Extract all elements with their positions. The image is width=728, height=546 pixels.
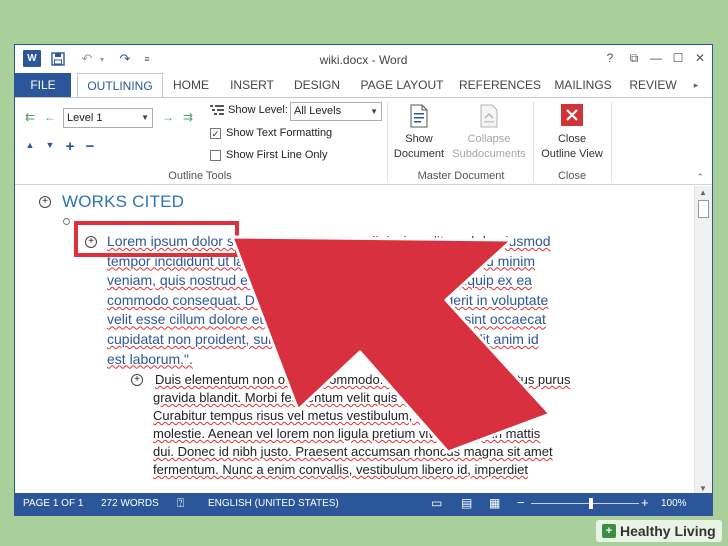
- word-window: W ↶ ▾ ↷ ≡ wiki.docx - Word ? ⧉ — ☐ ✕ FIL…: [14, 44, 713, 516]
- ribbon-display-icon[interactable]: ⧉: [623, 51, 645, 66]
- paragraph-line: est laborum.".: [107, 350, 193, 367]
- paragraph-line: gravida blandit. Morbi fermentum velit q…: [153, 390, 495, 405]
- close-outline-view-button[interactable]: Close Outline View: [537, 104, 607, 162]
- move-down-icon[interactable]: ▼: [43, 140, 57, 150]
- scroll-down-icon[interactable]: ▼: [699, 484, 707, 493]
- paragraph-line: velit esse cillum dolore eu fugiat nulla…: [107, 311, 546, 328]
- group-divider: [387, 102, 388, 182]
- ribbon: ⇇ ← Level 1 ▼ → ⇉ ▲ ▼ + − Show Level: Al…: [15, 97, 712, 185]
- ribbon-scroll-icon[interactable]: ▸: [683, 73, 709, 97]
- proofing-icon[interactable]: ⍰: [177, 496, 184, 511]
- outline-level-select[interactable]: Level 1 ▼: [63, 108, 153, 128]
- collapse-icon[interactable]: −: [83, 138, 97, 155]
- show-level-select[interactable]: All Levels ▼: [290, 102, 382, 121]
- scroll-up-icon[interactable]: ▲: [699, 188, 707, 197]
- language[interactable]: ENGLISH (UNITED STATES): [208, 498, 339, 509]
- paragraph-line: Duis elementum non orci vel commodo. Cra…: [155, 372, 571, 387]
- move-up-icon[interactable]: ▲: [23, 140, 37, 150]
- tab-file[interactable]: FILE: [15, 73, 71, 97]
- collapse-ribbon-icon[interactable]: ⌃: [696, 172, 704, 183]
- tab-insert[interactable]: INSERT: [225, 73, 279, 97]
- master-document-group-label: Master Document: [417, 170, 505, 182]
- watermark-text: Healthy Living: [620, 523, 716, 539]
- heading-works-cited: WORKS CITED: [62, 192, 185, 211]
- tab-home[interactable]: HOME: [167, 73, 215, 97]
- document-icon: [408, 104, 430, 128]
- paragraph-line: fermentum. Nunc a enim convallis, vestib…: [153, 462, 528, 477]
- page-count[interactable]: PAGE 1 OF 1: [23, 498, 83, 509]
- paragraph-line: dui. Donec id nibh justo. Praesent accum…: [153, 444, 553, 459]
- close-window-icon[interactable]: ✕: [689, 51, 711, 65]
- status-bar: PAGE 1 OF 1 272 WORDS ⍰ ENGLISH (UNITED …: [15, 493, 712, 515]
- read-mode-icon[interactable]: ▭: [431, 496, 442, 510]
- paragraph-line: cupidatat non proident, sunt in culpa qu…: [107, 331, 539, 347]
- tab-design[interactable]: DESIGN: [289, 73, 345, 97]
- show-level-label: Show Level:: [210, 104, 288, 116]
- outline-expand-icon[interactable]: +: [131, 374, 143, 386]
- collapse-subdocuments-button[interactable]: Collapse Subdocuments: [449, 104, 529, 162]
- tab-review[interactable]: REVIEW: [625, 73, 681, 97]
- promote-to-heading-icon[interactable]: ⇇: [23, 110, 37, 124]
- minimize-icon[interactable]: —: [645, 51, 667, 65]
- show-first-line-only-option[interactable]: Show First Line Only: [210, 149, 327, 161]
- show-text-formatting-option[interactable]: ✓ Show Text Formatting: [210, 127, 332, 139]
- show-first-line-only-checkbox[interactable]: [210, 149, 221, 161]
- show-text-formatting-checkbox[interactable]: ✓: [210, 127, 221, 139]
- tab-page-layout[interactable]: PAGE LAYOUT: [355, 73, 449, 97]
- promote-icon[interactable]: ←: [43, 110, 57, 124]
- outline-level-value: Level 1: [67, 112, 103, 124]
- tab-references[interactable]: REFERENCES: [459, 73, 541, 97]
- web-layout-icon[interactable]: ▦: [489, 496, 500, 510]
- maximize-icon[interactable]: ☐: [667, 51, 689, 65]
- expand-icon[interactable]: +: [63, 138, 77, 155]
- highlight-box: [74, 221, 239, 257]
- plus-leaf-logo-icon: +: [602, 524, 616, 538]
- zoom-out-icon[interactable]: −: [517, 495, 525, 510]
- scrollbar-thumb[interactable]: [698, 200, 709, 218]
- chevron-down-icon: ▼: [370, 107, 378, 116]
- vertical-scrollbar[interactable]: ▲ ▼: [694, 186, 712, 495]
- word-count[interactable]: 272 WORDS: [101, 498, 159, 509]
- paragraph-line: veniam, quis nostrud exercitation ullamc…: [107, 272, 532, 289]
- print-layout-icon[interactable]: ▤: [461, 496, 472, 510]
- outline-expand-icon[interactable]: +: [39, 196, 51, 208]
- tab-outlining[interactable]: OUTLINING: [77, 73, 163, 98]
- zoom-level[interactable]: 100%: [661, 498, 687, 509]
- close-red-icon: [561, 104, 583, 128]
- tab-mailings[interactable]: MAILINGS: [551, 73, 615, 97]
- zoom-slider-thumb[interactable]: [589, 498, 593, 509]
- close-group-label: Close: [557, 170, 587, 182]
- demote-icon[interactable]: →: [161, 110, 175, 124]
- collapse-subdocuments-icon: [478, 104, 500, 128]
- show-level-value: All Levels: [294, 105, 342, 117]
- paragraph-line: molestie. Aenean vel lorem non ligula pr…: [153, 426, 541, 441]
- zoom-slider-track[interactable]: [531, 503, 639, 504]
- demote-to-body-icon[interactable]: ⇉: [181, 110, 195, 124]
- body-text-bullet-icon: [63, 218, 70, 225]
- watermark: + Healthy Living: [596, 520, 722, 542]
- paragraph-line: commodo consequat. Duis aute irure dolor…: [107, 291, 549, 308]
- outline-tools-group-label: Outline Tools: [168, 170, 232, 182]
- ribbon-tabs: FILE OUTLINING HOME INSERT DESIGN PAGE L…: [15, 73, 712, 98]
- chevron-down-icon: ▼: [141, 113, 149, 122]
- paragraph-line: Curabitur tempus risus vel metus vestibu…: [153, 408, 523, 423]
- group-divider: [533, 102, 534, 182]
- title-bar: W ↶ ▾ ↷ ≡ wiki.docx - Word ? ⧉ — ☐ ✕: [15, 45, 712, 73]
- help-icon[interactable]: ?: [599, 51, 621, 65]
- group-divider: [611, 102, 612, 182]
- show-document-button[interactable]: Show Document: [391, 104, 447, 162]
- zoom-in-icon[interactable]: +: [641, 495, 649, 510]
- document-area[interactable]: + WORKS CITED + Lorem ipsum dolor sit am…: [15, 186, 695, 495]
